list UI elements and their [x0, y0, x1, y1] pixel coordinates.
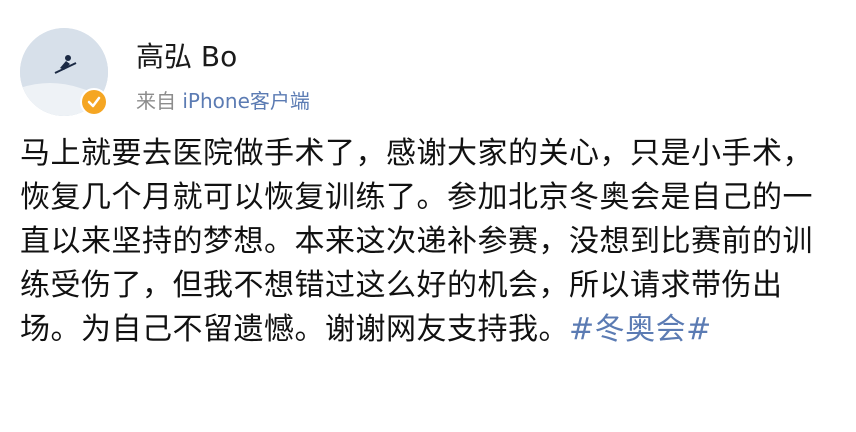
- post-source: 来自 iPhone客户端: [136, 88, 310, 114]
- hashtag-link[interactable]: #冬奥会#: [569, 312, 712, 347]
- source-prefix: 来自: [136, 89, 183, 113]
- verified-badge-icon: [80, 88, 108, 116]
- username[interactable]: 高弘 Bo: [136, 40, 237, 74]
- post-content: 马上就要去医院做手术了，感谢大家的关心，只是小手术，恢复几个月就可以恢复训练了。…: [20, 132, 840, 352]
- source-client-link[interactable]: iPhone客户端: [182, 89, 310, 113]
- weibo-post: 高弘 Bo 来自 iPhone客户端 马上就要去医院做手术了，感谢大家的关心，只…: [0, 0, 856, 432]
